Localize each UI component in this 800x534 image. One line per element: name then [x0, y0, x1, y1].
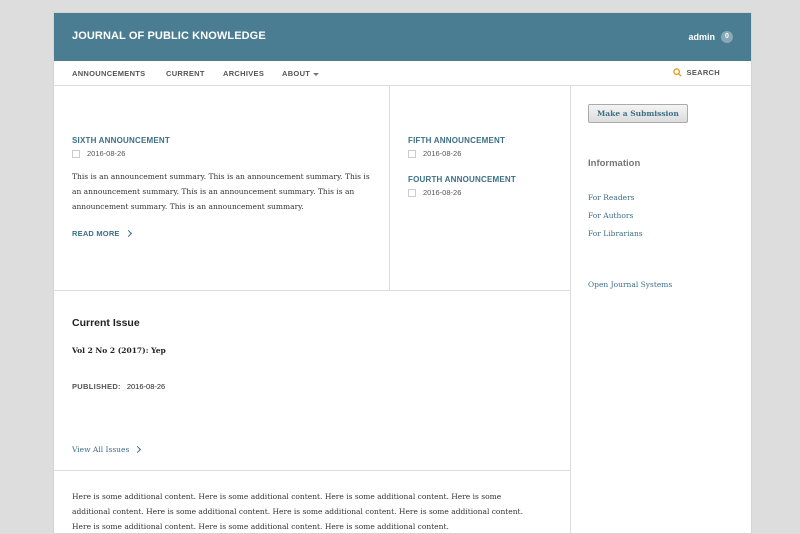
announcement-date-text: 2016-08-26 — [87, 149, 126, 158]
calendar-icon — [408, 188, 416, 197]
search-icon — [672, 68, 682, 77]
search-label: SEARCH — [686, 68, 720, 77]
notification-badge: 0 — [721, 31, 733, 43]
announcement-date-text: 2016-08-26 — [423, 188, 462, 197]
user-menu[interactable]: admin 0 — [688, 31, 733, 43]
announcement-featured: SIXTH ANNOUNCEMENT 2016-08-26 This is an… — [54, 86, 390, 290]
sidebar: Make a Submission Information For Reader… — [571, 86, 751, 533]
username[interactable]: admin — [688, 32, 715, 42]
announcement-date-text: 2016-08-26 — [423, 149, 462, 158]
additional-content: Here is some additional content. Here is… — [72, 492, 523, 531]
announcement-title[interactable]: FIFTH ANNOUNCEMENT — [408, 136, 505, 145]
announcement-date: 2016-08-26 — [408, 188, 461, 197]
nav-announcements[interactable]: ANNOUNCEMENTS — [72, 69, 145, 78]
nav-about-label: ABOUT — [282, 69, 311, 78]
read-more-link[interactable]: READ MORE — [72, 229, 132, 238]
current-issue-heading: Current Issue — [72, 317, 140, 329]
divider — [54, 290, 570, 291]
read-more-label: READ MORE — [72, 229, 120, 238]
site-header: JOURNAL OF PUBLIC KNOWLEDGE admin 0 — [54, 13, 751, 61]
for-librarians-link[interactable]: For Librarians — [588, 229, 643, 238]
calendar-icon — [72, 149, 80, 158]
make-submission-button[interactable]: Make a Submission — [588, 104, 688, 123]
chevron-right-icon — [124, 229, 132, 238]
information-heading: Information — [588, 158, 641, 169]
nav-archives[interactable]: ARCHIVES — [223, 69, 264, 78]
search-link[interactable]: SEARCH — [672, 68, 720, 77]
nav-current[interactable]: CURRENT — [166, 69, 205, 78]
caret-down-icon — [313, 72, 320, 76]
view-all-issues-link[interactable]: View All Issues — [72, 445, 142, 454]
primary-nav: ANNOUNCEMENTS CURRENT ARCHIVES ABOUT SEA… — [54, 61, 751, 86]
for-readers-link[interactable]: For Readers — [588, 193, 635, 202]
page: JOURNAL OF PUBLIC KNOWLEDGE admin 0 ANNO… — [54, 13, 751, 533]
announcement-date: 2016-08-26 — [72, 149, 125, 158]
chevron-right-icon — [134, 445, 142, 454]
announcement-title[interactable]: SIXTH ANNOUNCEMENT — [72, 136, 170, 145]
site-title[interactable]: JOURNAL OF PUBLIC KNOWLEDGE — [72, 30, 266, 42]
main-content: SIXTH ANNOUNCEMENT 2016-08-26 This is an… — [54, 86, 571, 533]
announcement-title[interactable]: FOURTH ANNOUNCEMENT — [408, 175, 516, 184]
published-label: PUBLISHED: — [72, 382, 121, 391]
calendar-icon — [408, 149, 416, 158]
for-authors-link[interactable]: For Authors — [588, 211, 633, 220]
issue-identification: Vol 2 No 2 (2017): Yep — [72, 346, 166, 355]
ojs-link[interactable]: Open Journal Systems — [588, 280, 672, 289]
published-date: 2016-08-26 — [126, 382, 166, 391]
nav-about[interactable]: ABOUT — [282, 69, 320, 78]
view-all-issues-label: View All Issues — [72, 445, 130, 454]
announcement-summary: This is an announcement summary. This is… — [72, 172, 370, 211]
divider — [54, 470, 570, 471]
announcement-list: FIFTH ANNOUNCEMENT 2016-08-26 FOURTH ANN… — [390, 86, 570, 290]
published-info: PUBLISHED: 2016-08-26 — [72, 382, 165, 391]
announcement-date: 2016-08-26 — [408, 149, 461, 158]
